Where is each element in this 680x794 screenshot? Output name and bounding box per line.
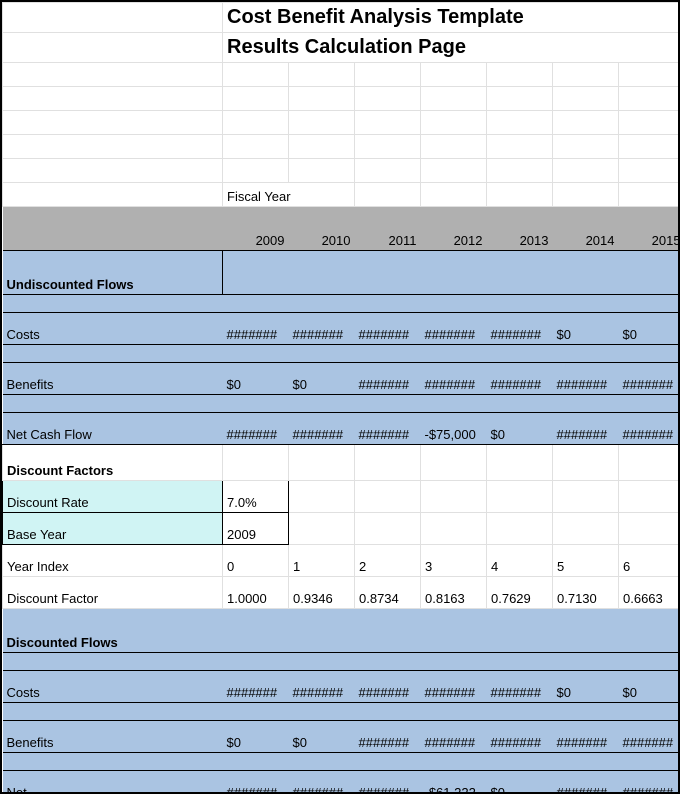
row-discounted-net: Net ####### ####### ####### -$61,222 $0 … — [3, 771, 680, 794]
cell[interactable]: ####### — [421, 363, 487, 395]
cell[interactable]: 0.8734 — [355, 577, 421, 609]
year-header: 2010 — [289, 207, 355, 251]
row-label: Net Cash Flow — [3, 413, 223, 445]
row-label: Net — [3, 771, 223, 794]
cell[interactable]: ####### — [355, 313, 421, 345]
cell[interactable]: ####### — [355, 413, 421, 445]
row-base-year: Base Year 2009 — [3, 513, 680, 545]
cell[interactable]: ####### — [619, 721, 680, 753]
cell[interactable]: ####### — [619, 363, 680, 395]
year-header: 2015 — [619, 207, 680, 251]
row-discount-rate: Discount Rate 7.0% — [3, 481, 680, 513]
cell[interactable]: $0 — [487, 413, 553, 445]
cell[interactable]: ####### — [223, 771, 289, 794]
cell[interactable]: ####### — [421, 671, 487, 703]
cell[interactable]: ####### — [487, 671, 553, 703]
grid-table: Cost Benefit Analysis Template Results C… — [2, 2, 680, 794]
row-discounted-costs: Costs ####### ####### ####### ####### ##… — [3, 671, 680, 703]
cell[interactable]: ####### — [553, 363, 619, 395]
spreadsheet-sheet: Cost Benefit Analysis Template Results C… — [0, 0, 680, 794]
cell[interactable]: ####### — [619, 413, 680, 445]
cell[interactable]: $0 — [223, 721, 289, 753]
cell[interactable]: ####### — [487, 313, 553, 345]
year-header: 2012 — [421, 207, 487, 251]
cell[interactable]: $0 — [289, 363, 355, 395]
year-header: 2013 — [487, 207, 553, 251]
cell[interactable]: 3 — [421, 545, 487, 577]
section-label: Discounted Flows — [3, 609, 223, 653]
year-header: 2011 — [355, 207, 421, 251]
year-header: 2009 — [223, 207, 289, 251]
row-label: Year Index — [3, 545, 223, 577]
cell[interactable]: 6 — [619, 545, 680, 577]
cell[interactable]: ####### — [223, 413, 289, 445]
section-undiscounted-flows: Undiscounted Flows — [3, 251, 680, 295]
cell[interactable]: ####### — [553, 771, 619, 794]
cell[interactable]: $0 — [619, 671, 680, 703]
cell[interactable]: ####### — [421, 721, 487, 753]
row-label: Costs — [3, 671, 223, 703]
param-label: Discount Rate — [3, 481, 223, 513]
row-label: Benefits — [3, 363, 223, 395]
discount-rate-value[interactable]: 7.0% — [223, 481, 289, 513]
cell[interactable]: ####### — [421, 313, 487, 345]
cell[interactable]: ####### — [289, 313, 355, 345]
cell[interactable]: ####### — [223, 313, 289, 345]
section-label: Undiscounted Flows — [3, 251, 223, 295]
year-header-row: 2009 2010 2011 2012 2013 2014 2015 — [3, 207, 680, 251]
section-discounted-flows: Discounted Flows — [3, 609, 680, 653]
cell[interactable]: $0 — [289, 721, 355, 753]
cell[interactable]: ####### — [487, 363, 553, 395]
cell[interactable]: 0 — [223, 545, 289, 577]
cell[interactable]: ####### — [289, 771, 355, 794]
page-title-2: Results Calculation Page — [223, 33, 680, 63]
cell[interactable]: 1 — [289, 545, 355, 577]
cell[interactable]: 1.0000 — [223, 577, 289, 609]
row-discounted-benefits: Benefits $0 $0 ####### ####### ####### #… — [3, 721, 680, 753]
row-label: Discount Factor — [3, 577, 223, 609]
row-year-index: Year Index 0 1 2 3 4 5 6 — [3, 545, 680, 577]
row-label: Benefits — [3, 721, 223, 753]
cell[interactable]: ####### — [289, 671, 355, 703]
cell[interactable]: ####### — [619, 771, 680, 794]
cell[interactable]: ####### — [487, 721, 553, 753]
cell[interactable]: ####### — [553, 413, 619, 445]
cell[interactable]: ####### — [289, 413, 355, 445]
param-label: Base Year — [3, 513, 223, 545]
cell[interactable]: $0 — [553, 671, 619, 703]
row-undiscounted-benefits: Benefits $0 $0 ####### ####### ####### #… — [3, 363, 680, 395]
cell[interactable]: ####### — [355, 771, 421, 794]
row-discount-factor: Discount Factor 1.0000 0.9346 0.8734 0.8… — [3, 577, 680, 609]
cell[interactable]: 0.7130 — [553, 577, 619, 609]
cell[interactable]: 0.7629 — [487, 577, 553, 609]
cell[interactable]: 2 — [355, 545, 421, 577]
cell[interactable]: 4 — [487, 545, 553, 577]
fiscal-year-label: Fiscal Year — [223, 183, 355, 207]
cell[interactable]: $0 — [487, 771, 553, 794]
cell[interactable]: $0 — [553, 313, 619, 345]
cell[interactable]: ####### — [355, 671, 421, 703]
cell[interactable]: ####### — [355, 721, 421, 753]
cell[interactable]: ####### — [223, 671, 289, 703]
row-undiscounted-costs: Costs ####### ####### ####### ####### ##… — [3, 313, 680, 345]
base-year-value[interactable]: 2009 — [223, 513, 289, 545]
cell[interactable]: $0 — [223, 363, 289, 395]
cell[interactable]: 5 — [553, 545, 619, 577]
cell[interactable]: $0 — [619, 313, 680, 345]
cell[interactable]: -$61,222 — [421, 771, 487, 794]
cell[interactable]: ####### — [553, 721, 619, 753]
section-discount-factors: Discount Factors — [3, 445, 680, 481]
row-undiscounted-net: Net Cash Flow ####### ####### ####### -$… — [3, 413, 680, 445]
cell[interactable]: 0.8163 — [421, 577, 487, 609]
year-header: 2014 — [553, 207, 619, 251]
cell[interactable]: ####### — [355, 363, 421, 395]
row-label: Costs — [3, 313, 223, 345]
cell[interactable]: 0.6663 — [619, 577, 680, 609]
cell[interactable]: 0.9346 — [289, 577, 355, 609]
cell[interactable]: -$75,000 — [421, 413, 487, 445]
section-label: Discount Factors — [3, 445, 223, 481]
page-title-1: Cost Benefit Analysis Template — [223, 3, 680, 33]
